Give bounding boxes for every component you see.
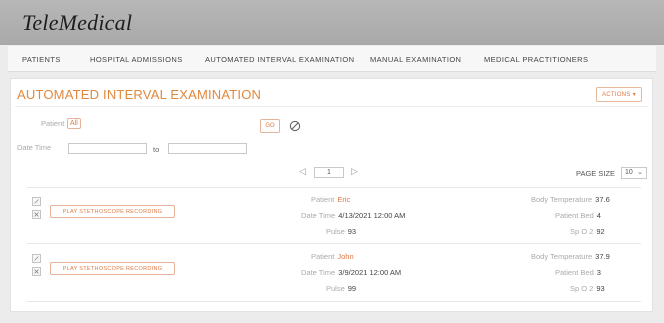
patient-filter-label: Patient	[41, 119, 65, 128]
page-size-value: 10	[625, 169, 633, 176]
record-datetime: Date Time 4/13/2021 12:00 AM	[301, 211, 406, 220]
next-page-icon[interactable]: ▷	[351, 166, 358, 177]
pencil-icon[interactable]	[32, 197, 41, 206]
play-stethoscope-recording-button[interactable]: PLAY STETHOSCOPE RECORDING	[50, 205, 175, 218]
chevron-down-icon: ⌄	[637, 169, 643, 176]
examination-panel: AUTOMATED INTERVAL EXAMINATION ACTIONS ▾…	[10, 78, 653, 312]
datetime-to-label: to	[153, 145, 160, 154]
close-icon[interactable]	[32, 267, 41, 276]
nav-automated-interval-examination[interactable]: AUTOMATED INTERVAL EXAMINATION	[205, 55, 354, 64]
page-number-input[interactable]: 1	[314, 167, 344, 178]
patient-link[interactable]: Eric	[337, 195, 350, 204]
record-body-temperature: Body Temperature 37.6	[531, 195, 610, 204]
datetime-from-input[interactable]	[68, 143, 147, 154]
nav-manual-examination[interactable]: MANUAL EXAMINATION	[370, 55, 461, 64]
row-divider	[27, 187, 641, 188]
close-icon[interactable]	[32, 210, 41, 219]
patient-filter-select[interactable]: All	[67, 118, 81, 129]
record-patient: Patient Eric	[311, 195, 351, 204]
page-size-label: PAGE SIZE	[576, 169, 616, 178]
pencil-icon[interactable]	[32, 254, 41, 263]
page-title: AUTOMATED INTERVAL EXAMINATION	[17, 87, 262, 102]
record-spo2: Sp O 2 92	[570, 227, 605, 236]
record-pulse: Pulse 99	[326, 284, 357, 293]
actions-button[interactable]: ACTIONS ▾	[596, 87, 642, 102]
patient-link[interactable]: John	[337, 252, 353, 261]
record-datetime: Date Time 3/9/2021 12:00 AM	[301, 268, 402, 277]
datetime-to-input[interactable]	[168, 143, 247, 154]
record-patient: Patient John	[311, 252, 354, 261]
go-button[interactable]: GO	[260, 119, 280, 133]
nav-medical-practitioners[interactable]: MEDICAL PRACTITIONERS	[484, 55, 588, 64]
row-divider	[27, 243, 641, 244]
record-pulse: Pulse 93	[326, 227, 357, 236]
play-stethoscope-recording-button[interactable]: PLAY STETHOSCOPE RECORDING	[50, 262, 175, 275]
app-logo: TeleMedical	[22, 10, 133, 35]
clear-filter-icon[interactable]	[289, 120, 301, 132]
datetime-filter-label: Date Time	[17, 143, 52, 152]
nav-hospital-admissions[interactable]: HOSPITAL ADMISSIONS	[90, 55, 183, 64]
main-nav: PATIENTS HOSPITAL ADMISSIONS AUTOMATED I…	[8, 46, 656, 72]
app-header: TeleMedical	[0, 0, 664, 45]
prev-page-icon[interactable]: ◁	[299, 166, 306, 177]
divider	[15, 106, 648, 107]
row-divider	[27, 301, 641, 302]
record-patient-bed: Patient Bed 3	[555, 268, 601, 277]
record-patient-bed: Patient Bed 4	[555, 211, 601, 220]
record-spo2: Sp O 2 93	[570, 284, 605, 293]
nav-patients[interactable]: PATIENTS	[22, 55, 61, 64]
page-size-select[interactable]: 10 ⌄	[621, 167, 647, 179]
record-body-temperature: Body Temperature 37.9	[531, 252, 610, 261]
